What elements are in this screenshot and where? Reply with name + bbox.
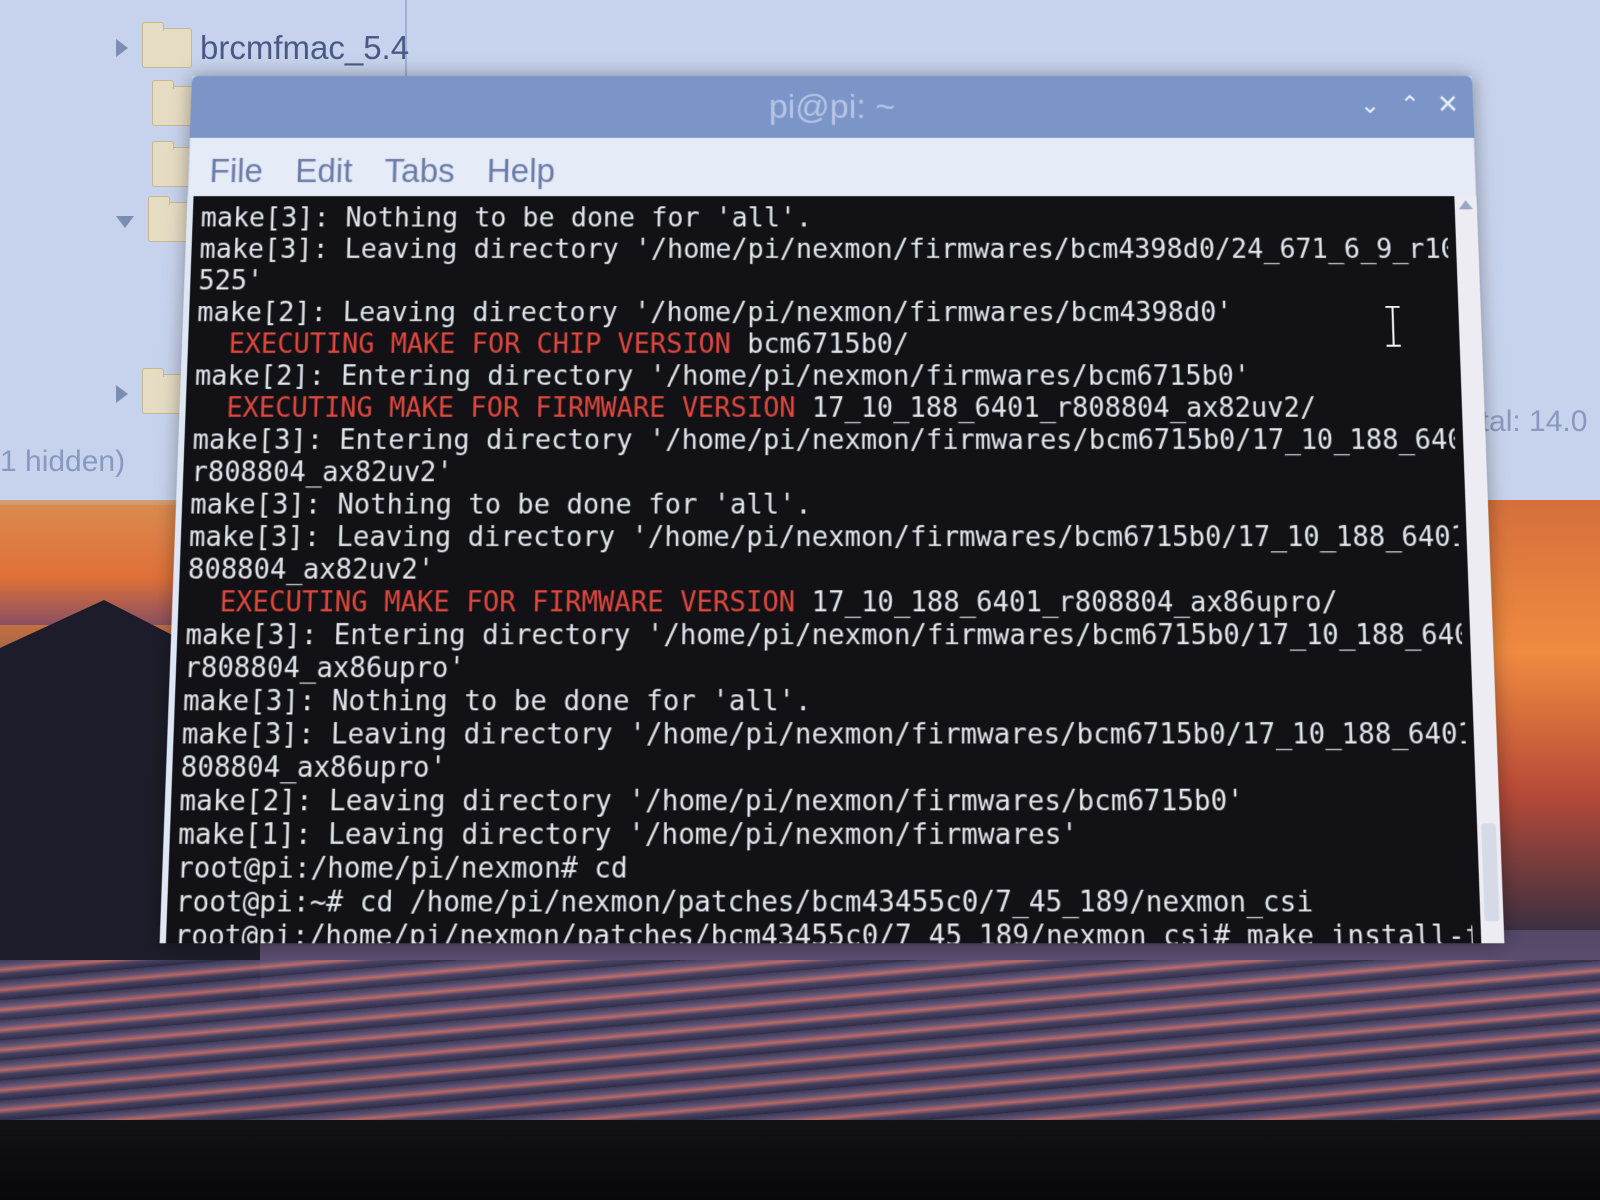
terminal-line: make[3]: Nothing to be done for 'all'.: [200, 202, 1447, 233]
terminal-line-text: make[3]: Leaving directory '/home/pi/nex…: [181, 717, 1467, 752]
terminal-line: make[3]: Leaving directory '/home/pi/nex…: [199, 234, 1449, 265]
terminal-line: EXECUTING MAKE FOR FIRMWARE VERSION 17_1…: [193, 392, 1454, 424]
terminal-line: r808804_ax82uv2': [191, 456, 1457, 488]
terminal-line-text: EXECUTING MAKE FOR FIRMWARE VERSION: [186, 586, 812, 619]
scroll-up-icon[interactable]: [1458, 200, 1473, 210]
terminal-line: 525': [198, 265, 1450, 297]
menu-tabs[interactable]: Tabs: [384, 152, 455, 196]
terminal-line-text: r808804_ax82uv2': [190, 456, 454, 489]
terminal-line: 808804_ax86upro': [180, 751, 1467, 784]
terminal-line: make[2]: Leaving directory '/home/pi/nex…: [197, 297, 1451, 329]
menu-file[interactable]: File: [209, 152, 264, 196]
window-title: pi@pi: ~: [768, 87, 896, 126]
terminal-line-text: make[3]: Leaving directory '/home/pi/nex…: [188, 520, 1460, 554]
folder-icon: [142, 22, 192, 68]
terminal-line-text: make[3]: Entering directory '/home/pi/ne…: [192, 424, 1456, 457]
terminal-line: r808804_ax86upro': [184, 652, 1464, 685]
terminal-line-value: 17_10_188_6401_r808804_ax86upro/: [811, 586, 1339, 619]
chevron-down-icon[interactable]: [116, 216, 134, 228]
terminal-output[interactable]: make[3]: Nothing to be done for 'all'. ma…: [159, 196, 1505, 944]
terminal-line-text: make[1]: Leaving directory '/home/pi/nex…: [177, 817, 1079, 852]
terminal-line-value: bcm6715b0/: [747, 328, 910, 361]
terminal-line-text: make[3]: Nothing to be done for 'all'.: [200, 202, 813, 234]
monitor-bezel: [0, 1120, 1600, 1200]
scroll-thumb[interactable]: [1481, 823, 1500, 922]
chevron-down-icon[interactable]: ⌄: [1354, 90, 1385, 120]
terminal-line: make[3]: Leaving directory '/home/pi/nex…: [189, 521, 1459, 554]
terminal-line: EXECUTING MAKE FOR CHIP VERSION bcm6715b…: [196, 328, 1453, 360]
terminal-line: EXECUTING MAKE FOR FIRMWARE VERSION 17_1…: [186, 586, 1461, 619]
terminal-line: make[3]: Nothing to be done for 'all'.: [183, 685, 1465, 718]
folder-label: brcmfmac_5.4: [200, 29, 410, 66]
terminal-line-text: make[2]: Leaving directory '/home/pi/nex…: [178, 784, 1245, 818]
ibeam-cursor-icon: [1385, 306, 1401, 347]
chevron-right-icon[interactable]: [116, 39, 128, 57]
terminal-line-text: root@pi:/home/pi/nexmon# cd: [176, 851, 628, 886]
terminal-line-text: r808804_ax86upro': [183, 651, 466, 685]
terminal-text[interactable]: make[3]: Nothing to be done for 'all'. ma…: [173, 202, 1475, 943]
terminal-line: make[1]: Leaving directory '/home/pi/nex…: [178, 818, 1470, 852]
terminal-line-text: 808804_ax86upro': [180, 751, 447, 785]
terminal-line-text: make[2]: Entering directory '/home/pi/ne…: [194, 360, 1251, 393]
chevron-right-icon[interactable]: [116, 385, 128, 403]
menu-help[interactable]: Help: [486, 152, 556, 196]
terminal-line: make[2]: Leaving directory '/home/pi/nex…: [179, 784, 1469, 817]
wallpaper-sea: [0, 960, 1600, 1130]
terminal-window[interactable]: pi@pi: ~ ⌄ ⌃ ✕ File Edit Tabs Help make[…: [159, 76, 1505, 944]
terminal-line: make[2]: Entering directory '/home/pi/ne…: [194, 360, 1453, 392]
terminal-line-text: make[3]: Nothing to be done for 'all'.: [189, 488, 812, 521]
folder-row[interactable]: brcmfmac_5.4: [116, 22, 410, 70]
title-bar[interactable]: pi@pi: ~ ⌄ ⌃ ✕: [189, 76, 1475, 138]
terminal-line: make[3]: Entering directory '/home/pi/ne…: [192, 424, 1455, 456]
menu-edit[interactable]: Edit: [294, 152, 353, 196]
terminal-line: root@pi:/home/pi/nexmon/patches/bcm43455…: [174, 919, 1473, 943]
terminal-line: root@pi:/home/pi/nexmon# cd: [176, 852, 1470, 886]
terminal-line-text: 808804_ax82uv2': [187, 553, 435, 587]
terminal-line: make[3]: Leaving directory '/home/pi/nex…: [181, 718, 1466, 751]
terminal-line-text: make[3]: Nothing to be done for 'all'.: [182, 684, 812, 718]
terminal-line-text: make[3]: Leaving directory '/home/pi/nex…: [199, 233, 1449, 266]
status-hidden-count: 1 hidden): [0, 445, 126, 478]
chevron-up-icon[interactable]: ⌃: [1394, 90, 1425, 120]
terminal-line-value: 17_10_188_6401_r808804_ax82uv2/: [811, 392, 1317, 425]
close-icon[interactable]: ✕: [1432, 90, 1463, 120]
terminal-line-text: root@pi:~# cd /home/pi/nexmon/patches/bc…: [175, 885, 1314, 920]
terminal-line-text: 525': [197, 265, 264, 297]
terminal-line: root@pi:~# cd /home/pi/nexmon/patches/bc…: [175, 885, 1472, 919]
menu-bar: File Edit Tabs Help: [187, 137, 1477, 197]
terminal-line-text: EXECUTING MAKE FOR FIRMWARE VERSION: [193, 392, 812, 425]
terminal-line: 808804_ax82uv2': [187, 553, 1460, 586]
terminal-line-text: EXECUTING MAKE FOR CHIP VERSION: [195, 328, 748, 361]
terminal-line-text: make[3]: Entering directory '/home/pi/ne…: [184, 618, 1463, 652]
terminal-line-text: root@pi:/home/pi/nexmon/patches/bcm43455…: [173, 919, 1474, 944]
terminal-line: make[3]: Nothing to be done for 'all'.: [190, 488, 1458, 520]
terminal-line-text: make[2]: Leaving directory '/home/pi/nex…: [196, 296, 1233, 329]
terminal-line: make[3]: Entering directory '/home/pi/ne…: [185, 619, 1463, 652]
